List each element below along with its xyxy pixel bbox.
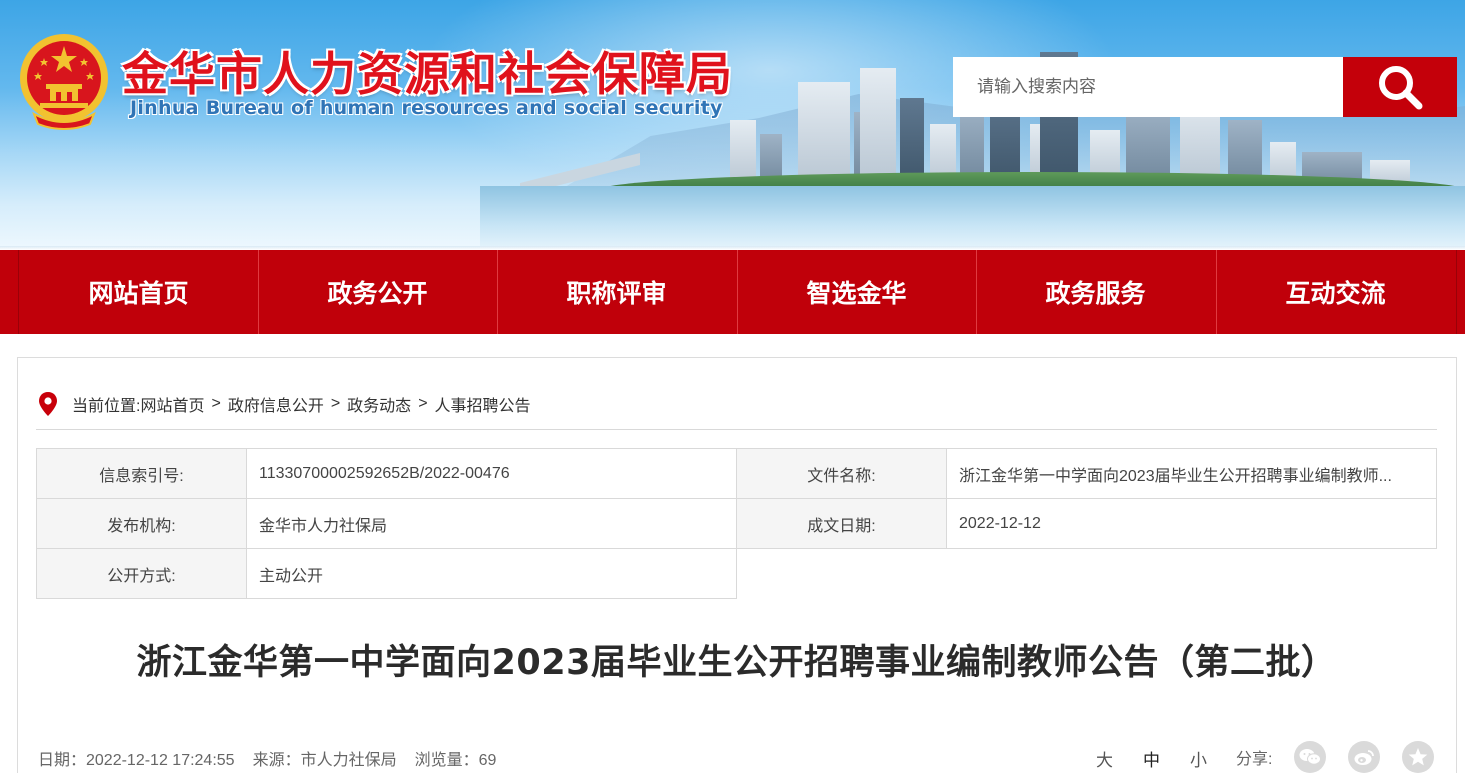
breadcrumb-separator: > xyxy=(211,395,221,412)
info-metadata-table: 信息索引号: 11330700002592652B/2022-00476 文件名… xyxy=(36,448,1437,599)
index-value: 11330700002592652B/2022-00476 xyxy=(246,448,737,499)
nav-item-title-review[interactable]: 职称评审 xyxy=(497,250,736,334)
filename-label: 文件名称: xyxy=(736,448,947,499)
table-row: 公开方式: 主动公开 xyxy=(36,548,1437,599)
breadcrumb-separator: > xyxy=(418,395,428,412)
header-banner: 金华市人力资源和社会保障局 Jinhua Bureau of human res… xyxy=(0,0,1465,250)
wechat-icon[interactable] xyxy=(1294,741,1327,773)
table-row: 发布机构: 金华市人力社保局 成文日期: 2022-12-12 xyxy=(36,498,1437,549)
breadcrumb-home[interactable]: 网站首页 xyxy=(140,392,204,416)
filename-value: 浙江金华第一中学面向2023届毕业生公开招聘事业编制教师... xyxy=(946,448,1437,499)
date-value: 2022-12-12 xyxy=(946,498,1437,549)
nav-item-gov-open[interactable]: 政务公开 xyxy=(258,250,497,334)
breadcrumb: 当前位置: 网站首页 > 政府信息公开 > 政务动态 > 人事招聘公告 xyxy=(38,391,531,417)
publish-date: 日期：2022-12-12 17:24:55 xyxy=(38,752,235,769)
location-pin-icon xyxy=(39,392,57,416)
nav-item-gov-services[interactable]: 政务服务 xyxy=(976,250,1215,334)
national-emblem-icon xyxy=(20,34,108,130)
nav-item-interaction[interactable]: 互动交流 xyxy=(1216,250,1455,334)
article-title: 浙江金华第一中学面向2023届毕业生公开招聘事业编制教师公告（第二批） xyxy=(136,643,1337,683)
qzone-icon[interactable] xyxy=(1402,741,1435,773)
publisher-label: 发布机构: xyxy=(36,498,247,549)
breadcrumb-separator: > xyxy=(330,395,341,412)
search-input[interactable] xyxy=(953,57,1343,117)
main-nav: 网站首页 政务公开 职称评审 智选金华 政务服务 互动交流 xyxy=(0,250,1465,334)
article-info-bar: 日期：2022-12-12 17:24:55 来源：市人力社保局 浏览量：69 xyxy=(38,746,497,769)
font-size-large-button[interactable]: 大 xyxy=(1096,746,1113,770)
publisher-value: 金华市人力社保局 xyxy=(246,498,737,549)
index-label: 信息索引号: xyxy=(36,448,247,499)
disclosure-method-label: 公开方式: xyxy=(36,548,247,599)
breadcrumb-gov-info[interactable]: 政府信息公开 xyxy=(228,392,324,416)
font-size-small-button[interactable]: 小 xyxy=(1190,746,1207,770)
breadcrumb-prefix: 当前位置: xyxy=(72,398,141,415)
share-bar: 分享: xyxy=(1236,740,1435,773)
divider xyxy=(36,429,1437,430)
nav-item-home[interactable]: 网站首页 xyxy=(19,250,258,334)
view-count: 浏览量：69 xyxy=(414,752,497,769)
table-row: 信息索引号: 11330700002592652B/2022-00476 文件名… xyxy=(36,448,1437,499)
share-label: 分享: xyxy=(1236,751,1273,768)
site-title: 金华市人力资源和社会保障局 xyxy=(122,47,733,101)
site-subtitle-en: Jinhua Bureau of human resources and soc… xyxy=(130,97,723,119)
article-source: 来源：市人力社保局 xyxy=(252,752,397,769)
nav-item-zhixuan-jinhua[interactable]: 智选金华 xyxy=(737,250,976,334)
search-icon xyxy=(1379,66,1423,110)
font-size-medium-button[interactable]: 中 xyxy=(1143,746,1160,770)
search-button[interactable] xyxy=(1343,57,1457,117)
breadcrumb-recruitment[interactable]: 人事招聘公告 xyxy=(435,392,531,416)
weibo-icon[interactable] xyxy=(1348,741,1381,773)
river xyxy=(480,186,1465,250)
font-size-control: 大 中 小 xyxy=(1096,746,1207,770)
breadcrumb-gov-news[interactable]: 政务动态 xyxy=(347,392,411,416)
disclosure-method-value: 主动公开 xyxy=(246,548,737,599)
date-label: 成文日期: xyxy=(736,498,947,549)
